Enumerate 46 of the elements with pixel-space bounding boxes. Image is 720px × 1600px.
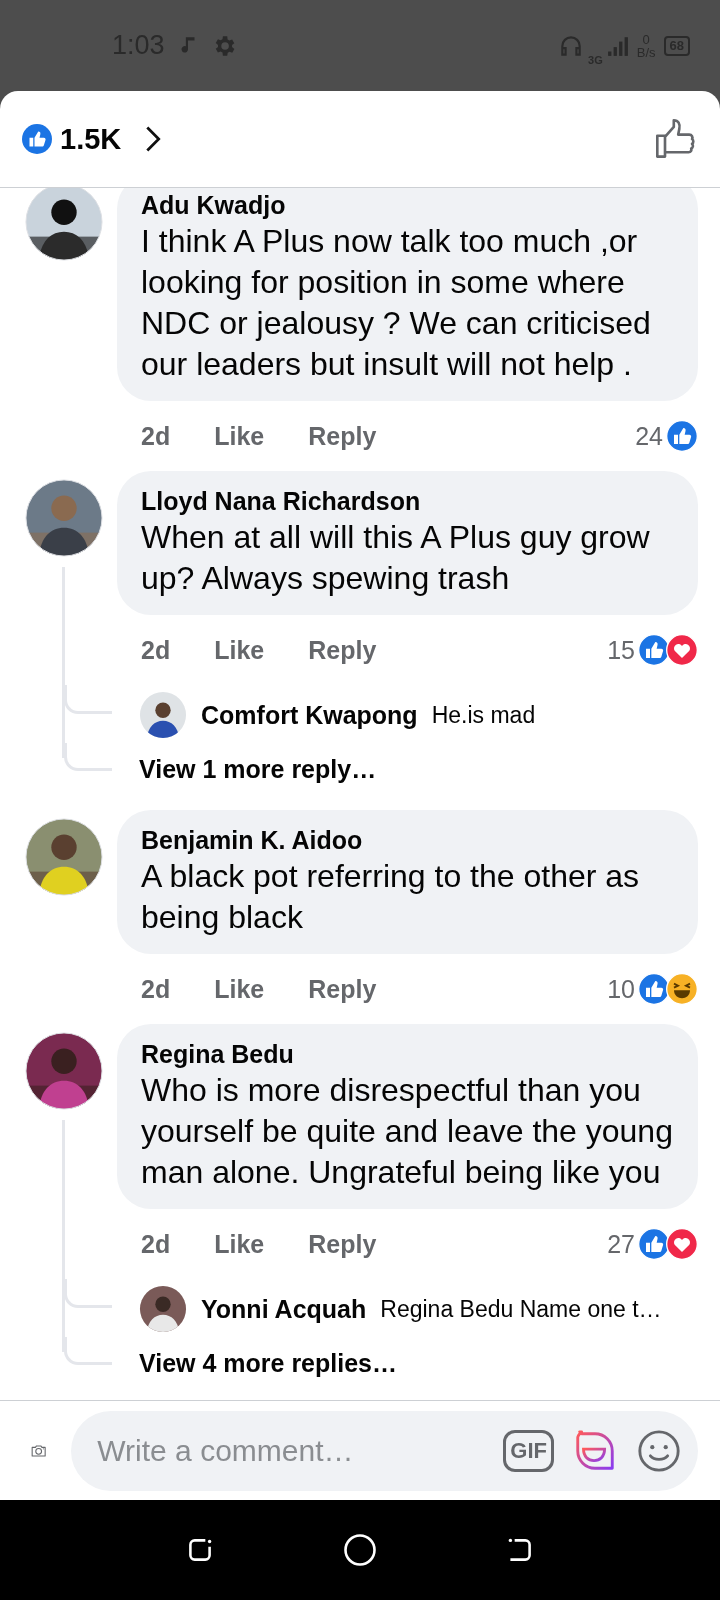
reaction-count: 10 xyxy=(607,974,635,1004)
comment-text: A black pot referring to the other as being black xyxy=(141,857,641,937)
like-reaction-icon xyxy=(666,420,698,452)
like-link[interactable]: Like xyxy=(214,421,265,451)
comment-text: Who is more disrespectful than you yourself be quite and leave the young man alone. Ungrateful being like you xyxy=(141,1071,674,1192)
author-name[interactable]: Lloyd Nana Richardson xyxy=(141,485,674,517)
author-name[interactable]: Adu Kwadjo xyxy=(141,189,674,221)
reaction-count: 27 xyxy=(607,1229,635,1259)
like-link[interactable]: Like xyxy=(214,1229,265,1259)
comment-text: I think A Plus now talk too much ,or looking for position in some where NDC or jealousy ? We can criticised our leaders but insult will not help . xyxy=(141,222,652,384)
comment-text: When at all will this A Plus guy grow up? Always spewing trash xyxy=(141,518,651,598)
author-name[interactable]: Yonni Acquah xyxy=(201,1294,367,1324)
heart-reaction-icon xyxy=(666,634,698,666)
emoji-icon[interactable] xyxy=(636,1427,682,1474)
author-name[interactable]: Benjamin K. Aidoo xyxy=(141,824,674,856)
like-link[interactable]: Like xyxy=(214,635,265,665)
comment-time: 2d xyxy=(141,974,171,1004)
signal-icon xyxy=(606,34,629,57)
reaction-count: 24 xyxy=(635,421,663,451)
author-name[interactable]: Regina Bedu xyxy=(141,1038,674,1070)
view-more-replies-link[interactable]: View 1 more reply… xyxy=(117,743,377,810)
thumbs-up-icon[interactable] xyxy=(654,117,698,161)
reply-link[interactable]: Reply xyxy=(308,1229,377,1259)
view-more-replies-link[interactable]: View 4 more replies… xyxy=(117,1337,397,1400)
comment-time: 2d xyxy=(141,635,171,665)
like-icon xyxy=(22,124,52,154)
chevron-right-icon[interactable] xyxy=(145,125,162,153)
author-name[interactable]: Comfort Kwapong xyxy=(201,700,418,730)
reply-link[interactable]: Reply xyxy=(308,635,377,665)
reply-text: Regina Bedu Name one t… xyxy=(380,1295,662,1323)
reply-link[interactable]: Reply xyxy=(308,974,377,1004)
heart-reaction-icon xyxy=(666,1228,698,1260)
like-reaction-icon xyxy=(638,1228,670,1260)
comment-time: 2d xyxy=(141,1229,171,1259)
comment-input[interactable]: Write a comment… GIF xyxy=(71,1410,698,1491)
comment-time: 2d xyxy=(141,421,171,451)
like-reaction-icon xyxy=(638,973,670,1005)
reply-text: He.is mad xyxy=(431,701,536,729)
gif-button[interactable]: GIF xyxy=(503,1429,554,1472)
reaction-count: 15 xyxy=(607,635,635,665)
reaction-count[interactable]: 1.5K xyxy=(60,122,122,156)
like-link[interactable]: Like xyxy=(214,974,265,1004)
reply-link[interactable]: Reply xyxy=(308,421,377,451)
like-reaction-icon xyxy=(638,634,670,666)
home-icon[interactable] xyxy=(343,1533,377,1567)
laughing-reaction-icon xyxy=(666,973,698,1005)
